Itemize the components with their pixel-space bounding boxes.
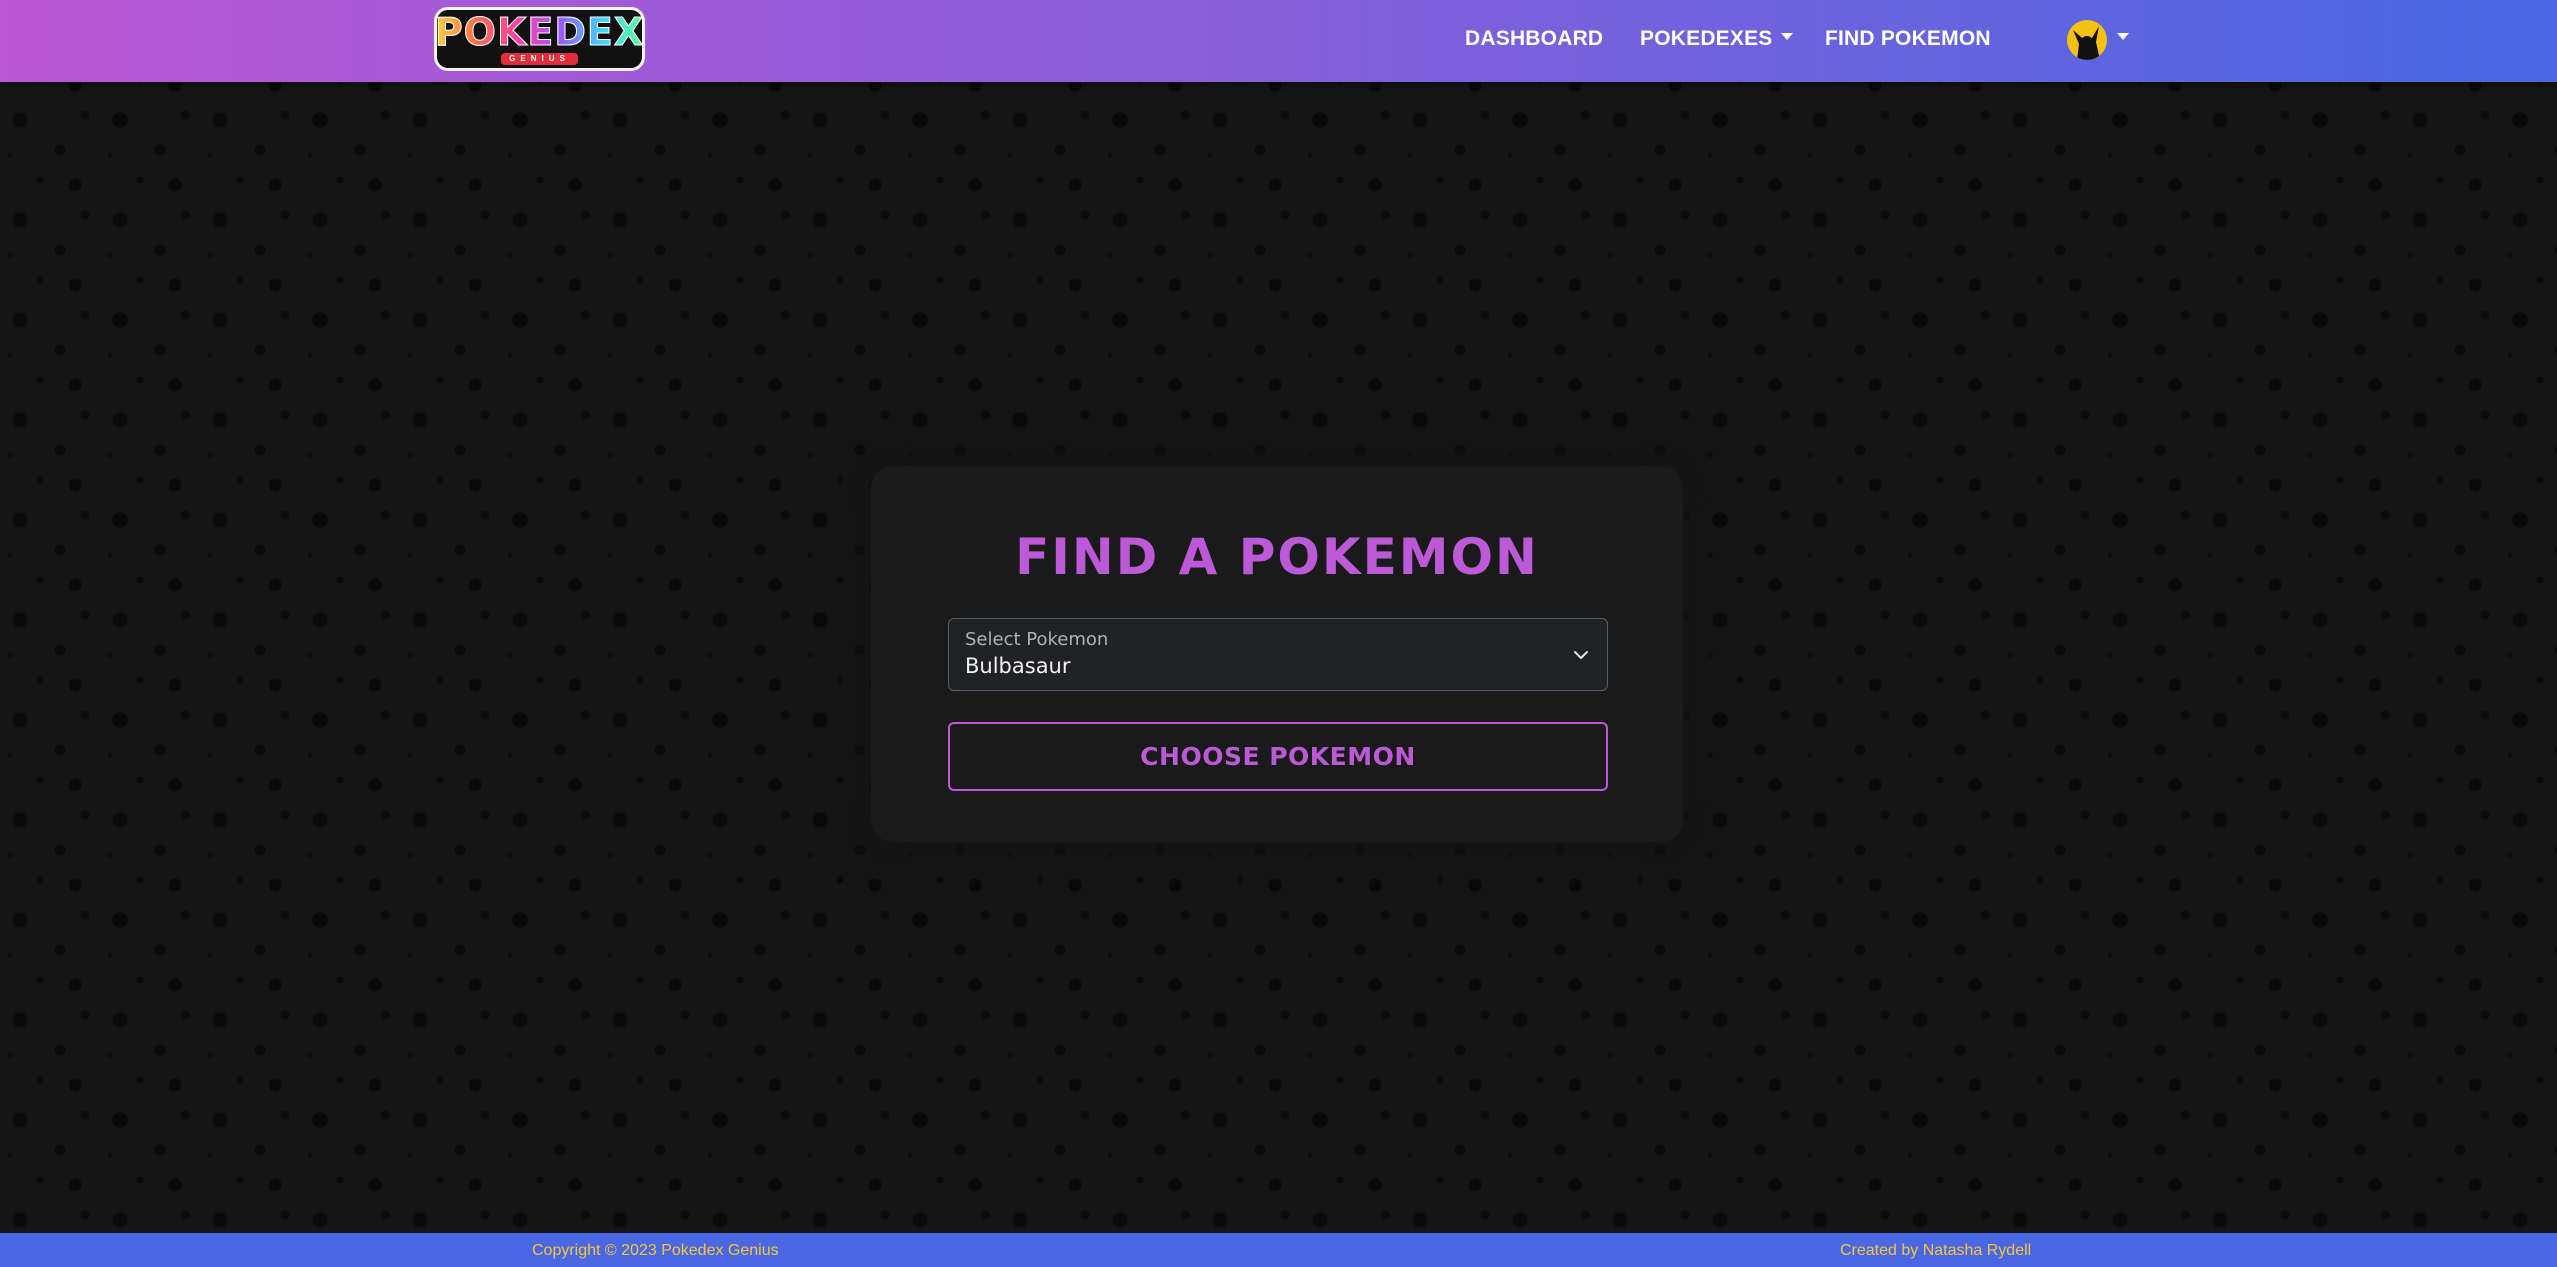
pikachu-silhouette-icon [2067,20,2107,60]
select-value: Bulbasaur [965,654,1071,678]
select-label: Select Pokemon [965,629,1109,650]
footer-credit: Created by Natasha Rydell [1840,1242,2032,1259]
pokedex-genius-logo[interactable]: POKEDEX GENIUS [434,7,645,71]
logo-text: POKEDEX [434,10,645,55]
caret-down-icon [2117,32,2129,40]
logo-subtext: GENIUS [501,53,578,65]
pokemon-select[interactable]: Select Pokemon Bulbasaur [948,618,1608,691]
nav-pokedexes-dropdown[interactable]: POKEDEXES [1640,27,1793,51]
page-title: FIND A POKEMON [1015,528,1539,586]
navbar: POKEDEX GENIUS DASHBOARD POKEDEXES FIND … [0,0,2557,82]
nav-find-pokemon-link[interactable]: FIND POKEMON [1825,27,1991,51]
chevron-down-icon [1574,651,1588,659]
user-menu-dropdown[interactable] [2067,20,2129,60]
find-pokemon-card: FIND A POKEMON Select Pokemon Bulbasaur … [871,466,1683,842]
choose-pokemon-button[interactable]: CHOOSE POKEMON [948,722,1608,791]
caret-down-icon [1780,32,1793,40]
footer-copyright: Copyright © 2023 Pokedex Genius [532,1242,779,1259]
nav-dashboard-link[interactable]: DASHBOARD [1465,27,1603,51]
footer: Copyright © 2023 Pokedex Genius Created … [0,1233,2557,1267]
nav-pokedexes-label: POKEDEXES [1640,27,1773,50]
